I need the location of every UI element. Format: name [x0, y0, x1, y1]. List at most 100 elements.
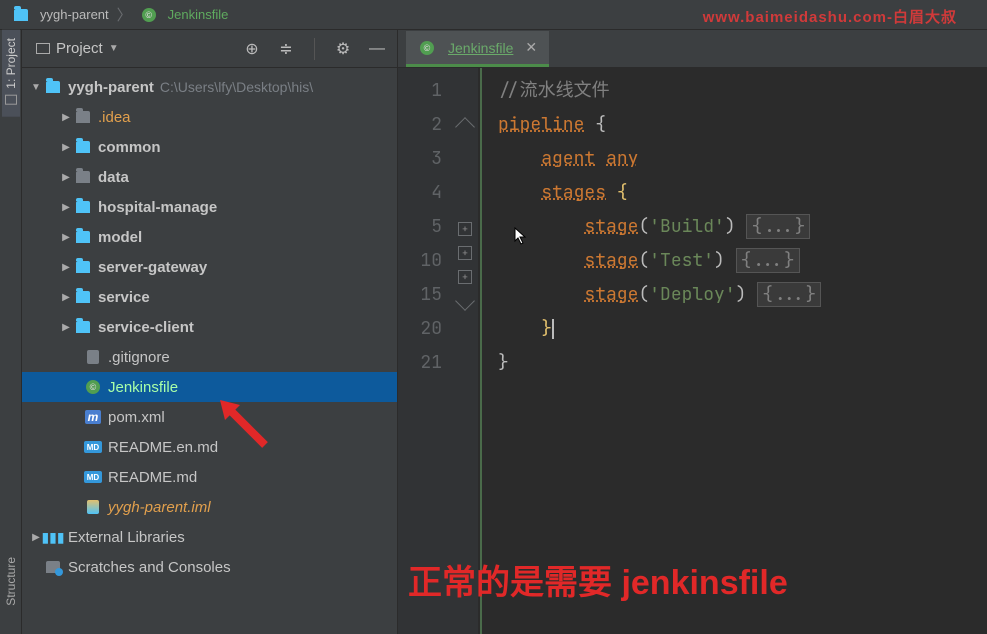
toolbar-divider: [314, 38, 315, 60]
tab-label: Jenkinsfile: [448, 40, 513, 56]
folder-icon: [74, 231, 92, 243]
breadcrumb-file[interactable]: © Jenkinsfile: [134, 5, 235, 24]
settings-button[interactable]: ⚙: [333, 39, 353, 59]
project-tree: ▼ yygh-parent C:\Users\lfy\Desktop\his\ …: [22, 68, 397, 634]
code-keyword: stage: [584, 215, 638, 238]
tree-folder-service[interactable]: ▶ service: [22, 282, 397, 312]
line-number: 2: [404, 108, 442, 142]
code-fold[interactable]: {...}: [757, 282, 821, 307]
code-string: 'Deploy': [649, 283, 735, 306]
code-area[interactable]: 1 2 3 4 5 10 15 20 21 + + + //流: [398, 68, 987, 634]
rail-tab-project[interactable]: 1: Project: [2, 30, 20, 117]
folder-icon: [74, 291, 92, 303]
folder-icon: [74, 261, 92, 273]
line-number: 21: [404, 346, 442, 380]
line-number: 15: [404, 278, 442, 312]
chevron-down-icon: ▼: [28, 82, 44, 93]
chevron-right-icon: ▶: [58, 232, 74, 243]
code-content[interactable]: //流水线文件 pipeline { agent any stages { st…: [480, 68, 987, 634]
minimize-button[interactable]: —: [367, 39, 387, 59]
chevron-right-icon: ▶: [58, 142, 74, 153]
tree-root[interactable]: ▼ yygh-parent C:\Users\lfy\Desktop\his\: [22, 72, 397, 102]
tree-folder-idea[interactable]: ▶ .idea: [22, 102, 397, 132]
sidebar-header: Project ▼ ⊕ ≑ ⚙ —: [22, 30, 397, 68]
arrow-annotation: [220, 400, 270, 450]
iml-icon: [84, 500, 102, 514]
jenkins-icon: ©: [140, 8, 158, 22]
fold-expand-icon[interactable]: +: [458, 246, 472, 260]
tree-file-gitignore[interactable]: .gitignore: [22, 342, 397, 372]
scratches-icon: [44, 561, 62, 573]
tree-folder-common[interactable]: ▶ common: [22, 132, 397, 162]
close-icon[interactable]: ✕: [525, 39, 537, 56]
mouse-cursor-icon: [514, 227, 528, 245]
line-number: 4: [404, 176, 442, 210]
jenkins-icon: ©: [84, 380, 102, 394]
fold-expand-icon[interactable]: +: [458, 270, 472, 284]
tab-jenkinsfile[interactable]: © Jenkinsfile ✕: [406, 31, 549, 67]
tree-file-iml[interactable]: yygh-parent.iml: [22, 492, 397, 522]
code-fold[interactable]: {...}: [746, 214, 810, 239]
chevron-right-icon: ▶: [58, 172, 74, 183]
tree-file-jenkinsfile[interactable]: © Jenkinsfile: [22, 372, 397, 402]
tree-file-readme[interactable]: MD README.md: [22, 462, 397, 492]
chevron-right-icon: ▶: [58, 202, 74, 213]
tree-item-label: service: [98, 289, 150, 306]
rail-tab-structure[interactable]: Structure: [2, 549, 20, 614]
editor-tabs: © Jenkinsfile ✕: [398, 30, 987, 68]
tree-item-label: README.md: [108, 469, 197, 486]
tree-folder-data[interactable]: ▶ data: [22, 162, 397, 192]
breadcrumb-root-label: yygh-parent: [40, 7, 109, 22]
jenkins-icon: ©: [418, 41, 436, 55]
sidebar-title[interactable]: Project ▼: [36, 40, 119, 57]
tree-item-label: server-gateway: [98, 259, 207, 276]
tree-scratches[interactable]: Scratches and Consoles: [22, 552, 397, 582]
code-string: 'Build': [649, 215, 725, 238]
tree-file-readme-en[interactable]: MD README.en.md: [22, 432, 397, 462]
tree-item-label: Jenkinsfile: [108, 379, 178, 396]
code-string: 'Test': [649, 249, 714, 272]
folder-icon: [74, 141, 92, 153]
tree-folder-service-client[interactable]: ▶ service-client: [22, 312, 397, 342]
project-icon: [36, 43, 50, 54]
library-icon: ▮▮▮: [44, 529, 62, 546]
line-number: 1: [404, 74, 442, 108]
markdown-icon: MD: [84, 471, 102, 483]
tree-item-label: README.en.md: [108, 439, 218, 456]
folder-icon: [74, 201, 92, 213]
editor-panel: © Jenkinsfile ✕ 1 2 3 4 5 10 15 20 21: [398, 30, 987, 634]
folder-icon: [74, 171, 92, 183]
rail-tab-structure-label: Structure: [4, 557, 18, 606]
fold-close-icon[interactable]: [455, 291, 475, 311]
fold-open-icon[interactable]: [455, 117, 475, 137]
chevron-down-icon: ▼: [109, 43, 119, 54]
expand-all-button[interactable]: ≑: [276, 39, 296, 59]
line-number: 5: [404, 210, 442, 244]
breadcrumb-root[interactable]: yygh-parent: [6, 5, 115, 24]
select-opened-file-button[interactable]: ⊕: [242, 39, 262, 59]
tree-item-label: data: [98, 169, 129, 186]
tree-file-pom[interactable]: m pom.xml: [22, 402, 397, 432]
left-tool-rail: 1: Project Structure: [0, 30, 22, 634]
code-keyword: stage: [584, 283, 638, 306]
chevron-right-icon: ▶: [58, 292, 74, 303]
tree-external-libraries[interactable]: ▶ ▮▮▮ External Libraries: [22, 522, 397, 552]
chevron-right-icon: ▶: [58, 322, 74, 333]
project-rail-icon: [5, 95, 17, 105]
tree-folder-server-gateway[interactable]: ▶ server-gateway: [22, 252, 397, 282]
tree-item-label: .gitignore: [108, 349, 170, 366]
fold-expand-icon[interactable]: +: [458, 222, 472, 236]
tree-item-label: .idea: [98, 109, 131, 126]
project-sidebar: Project ▼ ⊕ ≑ ⚙ — ▼ yygh-parent C:\Users…: [22, 30, 398, 634]
tree-folder-model[interactable]: ▶ model: [22, 222, 397, 252]
folder-icon: [74, 321, 92, 333]
line-number: 20: [404, 312, 442, 346]
fold-gutter: + + +: [452, 68, 478, 634]
markdown-icon: MD: [84, 441, 102, 453]
tree-folder-hospital-manage[interactable]: ▶ hospital-manage: [22, 192, 397, 222]
rail-tab-project-label: 1: Project: [4, 38, 18, 89]
code-fold[interactable]: {...}: [736, 248, 800, 273]
chevron-right-icon: ▶: [58, 262, 74, 273]
tree-item-label: pom.xml: [108, 409, 165, 426]
line-number: 3: [404, 142, 442, 176]
